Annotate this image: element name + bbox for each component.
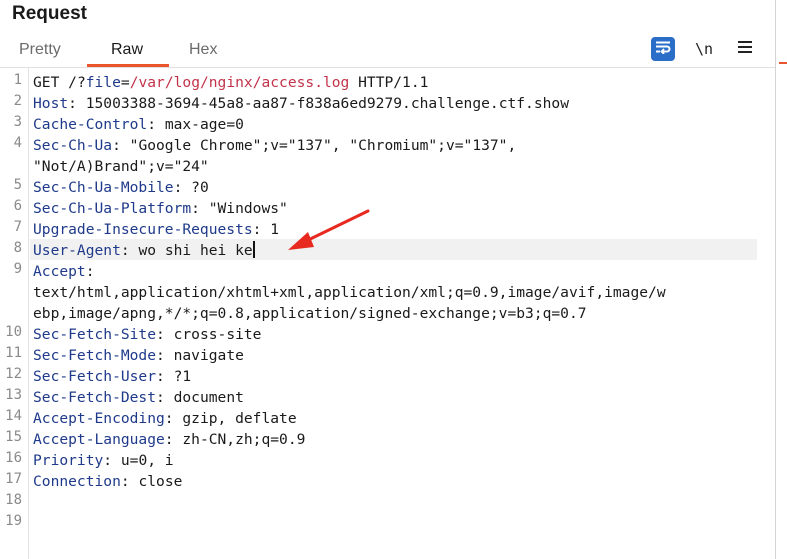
header-line-cache-control[interactable]: 3 Cache-Control: max-age=0 bbox=[0, 113, 775, 134]
tabs-divider bbox=[0, 67, 775, 68]
raw-request-editor[interactable]: 1 GET /?file=/var/log/nginx/access.log H… bbox=[0, 71, 775, 533]
header-name: Sec-Ch-Ua-Mobile bbox=[33, 179, 174, 196]
header-value: 1 bbox=[261, 221, 280, 238]
word-wrap-button[interactable] bbox=[651, 37, 675, 61]
header-value: "Google Chrome";v="137", "Chromium";v="1… bbox=[120, 137, 517, 154]
empty-line[interactable]: 18 bbox=[0, 491, 775, 512]
header-value: ?0 bbox=[182, 179, 209, 196]
header-name: Upgrade-Insecure-Requests bbox=[33, 221, 253, 238]
header-name: Sec-Fetch-Site bbox=[33, 326, 157, 343]
header-value: ?1 bbox=[164, 368, 192, 385]
header-value: max-age=0 bbox=[156, 116, 244, 133]
header-line-sec-ch-ua-mobile[interactable]: 5 Sec-Ch-Ua-Mobile: ?0 bbox=[0, 176, 775, 197]
query-equals: = bbox=[120, 74, 130, 91]
line-number: 10 bbox=[5, 324, 22, 340]
url-path-prefix: /? bbox=[68, 74, 86, 91]
line-number: 7 bbox=[13, 219, 22, 235]
header-value: u=0, i bbox=[112, 452, 174, 469]
header-line-sec-fetch-dest[interactable]: 13 Sec-Fetch-Dest: document bbox=[0, 386, 775, 407]
line-number: 15 bbox=[5, 429, 22, 445]
line-number: 17 bbox=[5, 471, 22, 487]
line-number: 3 bbox=[13, 114, 22, 130]
header-line-sec-fetch-user[interactable]: 12 Sec-Fetch-User: ?1 bbox=[0, 365, 775, 386]
hamburger-menu-icon bbox=[738, 40, 752, 58]
header-line-accept[interactable]: 9 Accept: text/html,application/xhtml+xm… bbox=[0, 260, 775, 323]
line-number: 16 bbox=[5, 450, 22, 466]
line-number: 6 bbox=[13, 198, 22, 214]
header-line-sec-fetch-site[interactable]: 10 Sec-Fetch-Site: cross-site bbox=[0, 323, 775, 344]
header-line-priority[interactable]: 16 Priority: u=0, i bbox=[0, 449, 775, 470]
empty-line[interactable]: 19 bbox=[0, 512, 775, 533]
header-value-continuation: "Not/A)Brand";v="24" bbox=[33, 158, 209, 175]
http-version: HTTP/1.1 bbox=[349, 74, 429, 91]
header-name: Priority bbox=[33, 452, 104, 469]
line-number: 18 bbox=[5, 492, 22, 508]
line-number: 19 bbox=[5, 513, 22, 529]
header-name: Host bbox=[33, 95, 69, 112]
header-name: Sec-Fetch-Mode bbox=[33, 347, 157, 364]
header-line-accept-language[interactable]: 15 Accept-Language: zh-CN,zh;q=0.9 bbox=[0, 428, 775, 449]
header-name: Accept-Language bbox=[33, 431, 165, 448]
header-value: cross-site bbox=[164, 326, 262, 343]
header-line-user-agent[interactable]: 8 User-Agent: wo shi hei ke bbox=[0, 239, 775, 260]
line-number: 4 bbox=[13, 135, 22, 151]
header-value: "Windows" bbox=[199, 200, 288, 217]
tab-raw[interactable]: Raw bbox=[111, 41, 143, 59]
request-line[interactable]: 1 GET /?file=/var/log/nginx/access.log H… bbox=[0, 71, 775, 92]
header-line-connection[interactable]: 17 Connection: close bbox=[0, 470, 775, 491]
header-line-accept-encoding[interactable]: 14 Accept-Encoding: gzip, deflate bbox=[0, 407, 775, 428]
text-cursor bbox=[252, 241, 255, 258]
annotation-arrow-icon bbox=[288, 209, 370, 250]
header-value: document bbox=[164, 389, 244, 406]
header-line-upgrade-insecure-requests[interactable]: 7 Upgrade-Insecure-Requests: 1 bbox=[0, 218, 775, 239]
header-line-sec-ch-ua-platform[interactable]: 6 Sec-Ch-Ua-Platform: "Windows" bbox=[0, 197, 775, 218]
line-number: 14 bbox=[5, 408, 22, 424]
header-value: 15003388-3694-45a8-aa87-f838a6ed9279.cha… bbox=[76, 95, 569, 112]
line-number: 9 bbox=[13, 261, 22, 277]
header-value: gzip, deflate bbox=[173, 410, 297, 427]
adjacent-panel-tab-indicator bbox=[779, 62, 787, 64]
header-name: Sec-Ch-Ua bbox=[33, 137, 113, 154]
tab-hex[interactable]: Hex bbox=[189, 41, 217, 59]
header-name: Connection bbox=[33, 473, 121, 490]
header-value: navigate bbox=[164, 347, 244, 364]
line-number: 8 bbox=[13, 240, 22, 256]
header-name: Sec-Fetch-Dest bbox=[33, 389, 157, 406]
tab-pretty[interactable]: Pretty bbox=[19, 41, 61, 59]
query-param-name: file bbox=[85, 74, 121, 91]
header-value: close bbox=[129, 473, 183, 490]
header-name: Accept bbox=[33, 263, 86, 280]
header-value: wo shi hei ke bbox=[129, 242, 253, 259]
line-number: 11 bbox=[5, 345, 22, 361]
header-line-sec-ch-ua[interactable]: 4 Sec-Ch-Ua: "Google Chrome";v="137", "C… bbox=[0, 134, 775, 176]
header-name: Cache-Control bbox=[33, 116, 148, 133]
header-value-continuation: text/html,application/xhtml+xml,applicat… bbox=[33, 284, 666, 301]
panel-title: Request bbox=[12, 3, 87, 24]
word-wrap-icon bbox=[655, 40, 671, 59]
panel-divider[interactable] bbox=[775, 0, 776, 559]
header-value-continuation: ebp,image/apng,*/*;q=0.8,application/sig… bbox=[33, 305, 587, 322]
line-number: 1 bbox=[13, 72, 22, 88]
line-number: 12 bbox=[5, 366, 22, 382]
header-line-sec-fetch-mode[interactable]: 11 Sec-Fetch-Mode: navigate bbox=[0, 344, 775, 365]
header-name: User-Agent bbox=[33, 242, 121, 259]
header-name: Sec-Fetch-User bbox=[33, 368, 157, 385]
line-number: 2 bbox=[13, 93, 22, 109]
http-method: GET bbox=[33, 74, 69, 91]
menu-button[interactable] bbox=[733, 37, 757, 61]
query-param-value: /var/log/nginx/access.log bbox=[129, 74, 350, 91]
show-newlines-button[interactable]: \n bbox=[692, 37, 716, 61]
line-number: 13 bbox=[5, 387, 22, 403]
header-name: Sec-Ch-Ua-Platform bbox=[33, 200, 192, 217]
header-line-host[interactable]: 2 Host: 15003388-3694-45a8-aa87-f838a6ed… bbox=[0, 92, 775, 113]
header-name: Accept-Encoding bbox=[33, 410, 165, 427]
line-number: 5 bbox=[13, 177, 22, 193]
header-value: zh-CN,zh;q=0.9 bbox=[173, 431, 306, 448]
